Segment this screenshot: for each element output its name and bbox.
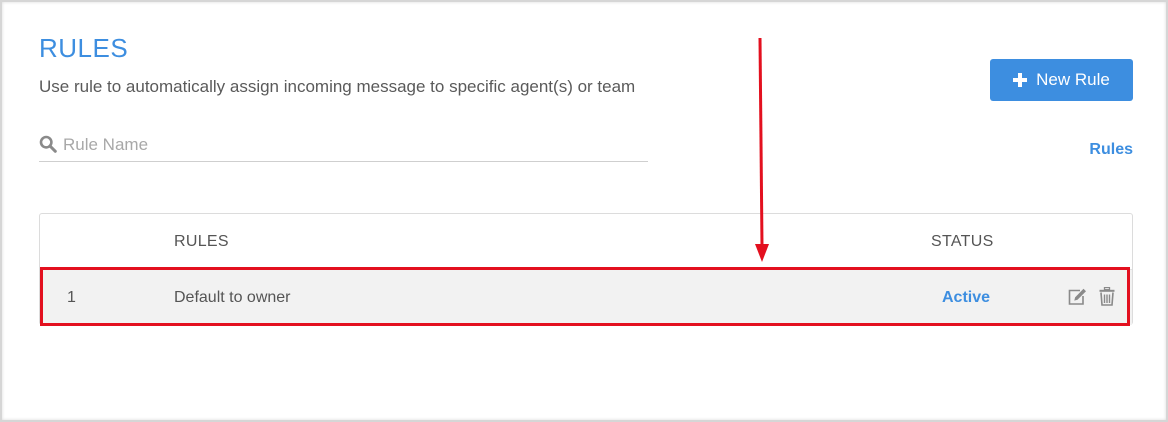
column-header-status: STATUS (931, 233, 994, 250)
table-row[interactable]: 1 Default to owner Active (40, 269, 1132, 325)
rule-name[interactable]: Default to owner (174, 289, 291, 307)
new-rule-button[interactable]: New Rule (990, 59, 1133, 101)
search-icon (39, 135, 57, 153)
row-number: 1 (67, 289, 76, 306)
page-title: RULES (39, 33, 129, 63)
edit-icon[interactable] (1067, 288, 1087, 306)
rules-link[interactable]: Rules (1089, 141, 1133, 159)
page-description: Use rule to automatically assign incomin… (39, 77, 636, 96)
plus-icon (1013, 73, 1028, 87)
new-rule-label: New Rule (1036, 70, 1110, 89)
trash-icon[interactable] (1099, 287, 1115, 306)
table-header: RULES STATUS (40, 214, 1132, 269)
status-badge[interactable]: Active (942, 289, 990, 307)
column-header-rules: RULES (174, 233, 229, 250)
rules-table: RULES STATUS 1 Default to owner Active (39, 213, 1133, 325)
search-input[interactable] (63, 132, 643, 158)
search-bar (39, 130, 648, 162)
